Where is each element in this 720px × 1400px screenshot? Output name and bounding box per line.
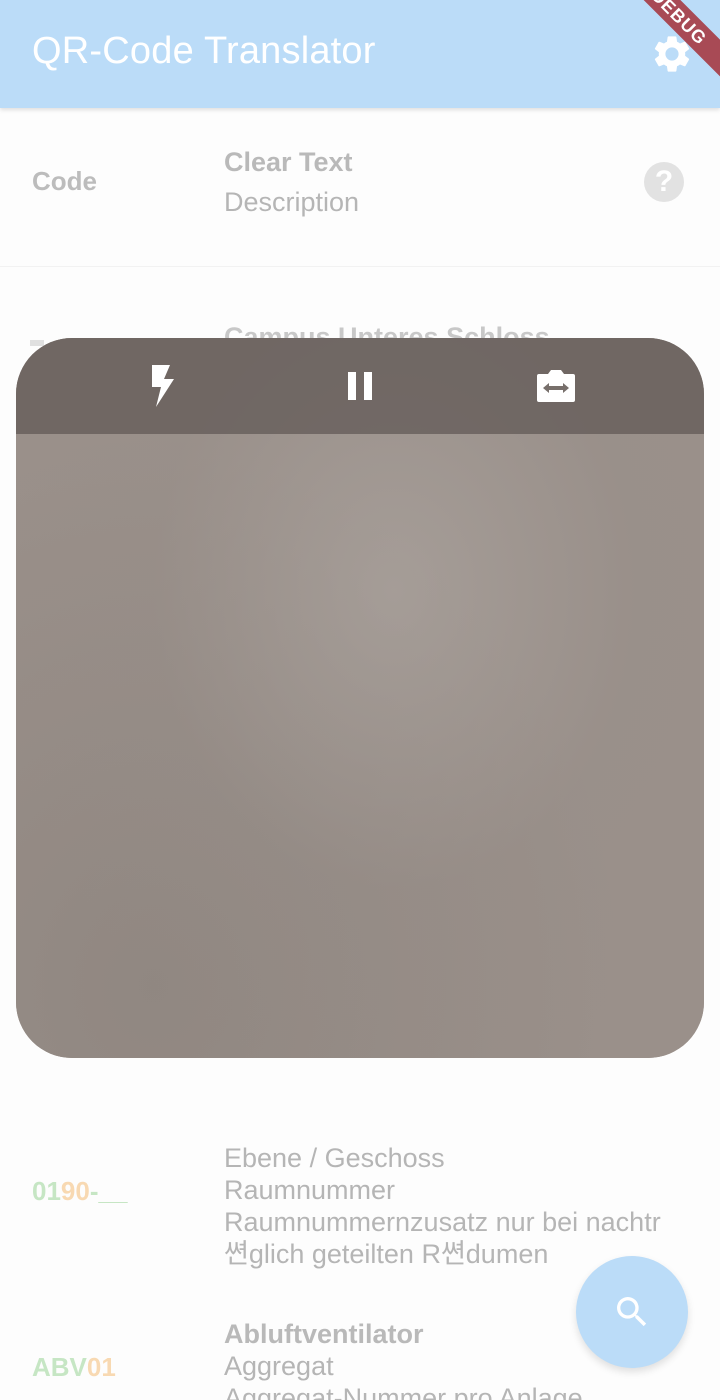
code-part: 01: [32, 1176, 61, 1206]
search-button[interactable]: [576, 1256, 688, 1368]
code-value: ABV01: [32, 1352, 116, 1383]
code-part: 01: [86, 1352, 116, 1382]
pause-button[interactable]: [336, 362, 384, 410]
help-glyph: ?: [654, 165, 674, 198]
description-line: Raumnummer: [224, 1175, 396, 1205]
code-part: 90: [60, 1176, 90, 1206]
pause-icon: [348, 372, 372, 400]
code-column-header: Code: [32, 166, 97, 196]
row-description: Ebene / Geschoss Raumnummer Raumnummernz…: [224, 1142, 704, 1270]
description-line: Ebene / Geschoss: [224, 1143, 445, 1173]
flash-icon: [152, 365, 174, 407]
question-mark-icon[interactable]: ?: [644, 162, 684, 202]
camera-preview: [16, 338, 704, 1058]
code-value: 0190-__: [32, 1176, 127, 1207]
description-line: Raumnummernzusatz nur bei nachtr: [224, 1207, 661, 1237]
qr-scanner-view[interactable]: [16, 338, 704, 1058]
clear-text-label: Clear Text: [224, 147, 353, 177]
search-icon: [617, 1297, 647, 1327]
flash-button[interactable]: [139, 362, 187, 410]
text-column-header: Clear Text Description: [224, 146, 694, 218]
switch-camera-button[interactable]: [532, 362, 580, 410]
description-label: Description: [224, 187, 360, 217]
app-screen: QR-Code Translator DEBUG Code Clear Text…: [0, 0, 720, 1400]
app-title: QR-Code Translator: [32, 30, 376, 72]
app-bar: QR-Code Translator DEBUG: [0, 0, 720, 108]
code-part: ABV: [32, 1352, 87, 1382]
code-part: -__: [89, 1176, 128, 1206]
switch-camera-icon: [537, 370, 575, 402]
scanner-toolbar: [16, 338, 704, 434]
header-row: Code Clear Text Description: [0, 108, 720, 267]
description-line: Aggregat-Nummer pro Anlage: [224, 1383, 583, 1400]
